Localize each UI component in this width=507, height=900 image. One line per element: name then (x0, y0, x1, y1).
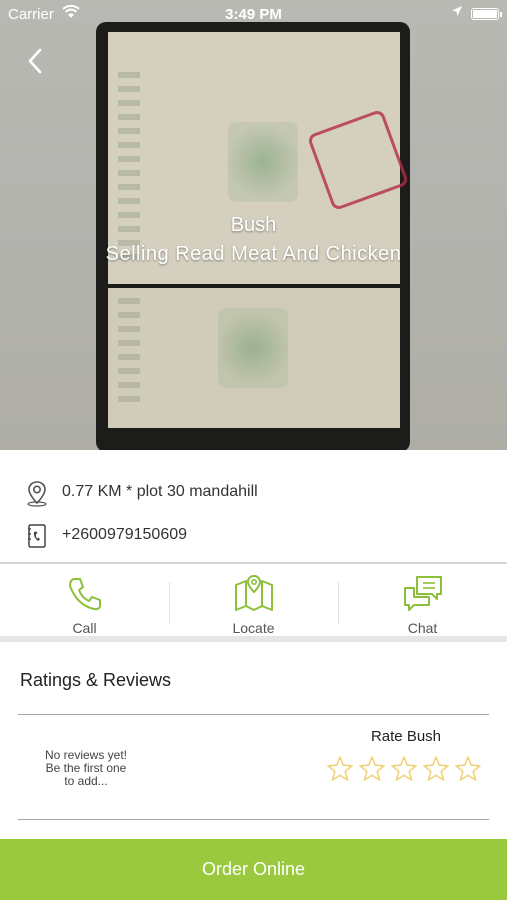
status-bar: Carrier 3:49 PM (0, 0, 507, 28)
back-chevron-icon (28, 48, 42, 74)
ratings-divider-top (18, 714, 489, 715)
chat-icon (403, 576, 442, 611)
chat-button[interactable]: Chat (338, 564, 507, 636)
no-reviews-line-3: to add... (64, 774, 108, 788)
star-icon[interactable] (390, 755, 418, 783)
rating-stars[interactable] (326, 755, 486, 785)
back-button[interactable] (20, 44, 54, 78)
phone-icon (68, 578, 101, 611)
address-text: 0.77 KM * plot 30 mandahill (62, 483, 258, 500)
phone-book-icon (24, 522, 50, 550)
section-divider (0, 636, 507, 642)
star-icon[interactable] (422, 755, 450, 783)
location-pin-icon (24, 479, 50, 507)
business-name: Bush (230, 214, 277, 236)
call-button[interactable]: Call (0, 564, 169, 636)
no-reviews-message: No reviews yet! Be the first one to add.… (20, 749, 152, 788)
business-tagline: Selling Read Meat And Chicken (105, 243, 402, 265)
map-icon (234, 574, 273, 611)
locate-button[interactable]: Locate (169, 564, 338, 636)
phone-row[interactable]: +2600979150609 (0, 516, 507, 556)
phone-text[interactable]: +2600979150609 (62, 526, 187, 544)
address-row: 0.77 KM * plot 30 mandahill (0, 473, 507, 513)
locate-label: Locate (232, 620, 275, 636)
ratings-title: Ratings & Reviews (20, 670, 172, 690)
chat-label: Chat (407, 620, 438, 636)
star-icon[interactable] (326, 755, 354, 783)
rate-label: Rate Bush (370, 728, 442, 745)
location-arrow-icon (451, 5, 463, 20)
ratings-divider-bottom (18, 819, 489, 820)
status-time: 3:49 PM (225, 6, 282, 23)
hero-image: Carrier 3:49 PM Bush Selling Read Meat A… (0, 0, 507, 450)
call-label: Call (72, 620, 97, 636)
star-icon[interactable] (454, 755, 482, 783)
battery-icon (471, 8, 499, 20)
action-bar: Call Locate Chat (0, 564, 507, 636)
order-online-button[interactable]: Order Online (0, 839, 507, 900)
star-icon[interactable] (358, 755, 386, 783)
